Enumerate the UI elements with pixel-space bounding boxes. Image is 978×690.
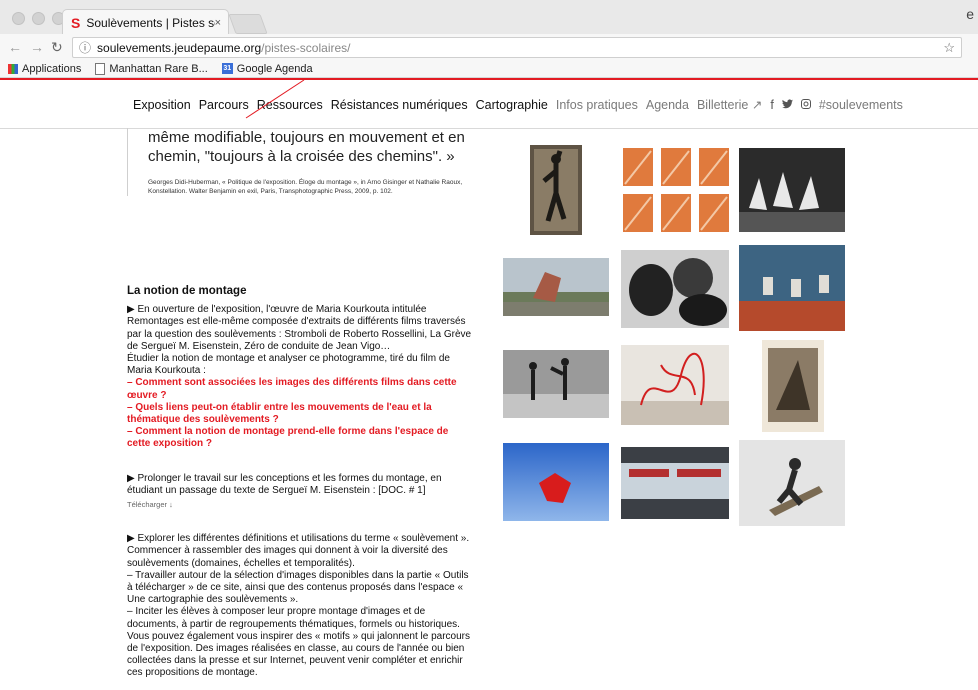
- new-tab-button[interactable]: [228, 14, 268, 34]
- bookmarks-bar: Applications Manhattan Rare B... 31 Goog…: [0, 60, 978, 78]
- browser-tab-bar: S Soulèvements | Pistes scolaire × e: [0, 0, 978, 35]
- gallery-image-hands[interactable]: [621, 250, 729, 328]
- profile-icon[interactable]: e: [966, 6, 974, 22]
- facebook-icon[interactable]: f: [770, 98, 773, 112]
- bookmark-manhattan[interactable]: Manhattan Rare B...: [95, 62, 208, 75]
- paragraph-explorer: ▶ Explorer les différentes définitions e…: [127, 533, 470, 569]
- bookmark-google-agenda[interactable]: 31 Google Agenda: [221, 62, 313, 75]
- instagram-icon[interactable]: [800, 98, 811, 112]
- tab-close-button[interactable]: ×: [215, 17, 221, 29]
- url-host: soulevements.jeudepaume.org: [97, 40, 262, 55]
- gallery-image-red-installation[interactable]: [621, 345, 729, 425]
- gallery-image-orange-pattern[interactable]: [621, 145, 731, 235]
- paragraph-prolonger: ▶ Prolonger le travail sur les conceptio…: [127, 472, 442, 496]
- gallery-image-storefront[interactable]: [621, 447, 729, 519]
- gallery-image-man-crouching[interactable]: [739, 440, 845, 526]
- section-title: La notion de montage: [127, 285, 247, 297]
- bookmark-applications[interactable]: Applications: [8, 63, 81, 75]
- back-arrow-icon[interactable]: ←: [8, 39, 22, 55]
- gallery-image-sheets[interactable]: [739, 148, 845, 232]
- browser-toolbar: ← → ↻ ⓘ soulevements.jeudepaume.org /pis…: [0, 34, 978, 60]
- nav-item-infos[interactable]: Infos pratiques: [556, 98, 638, 112]
- address-bar[interactable]: ⓘ soulevements.jeudepaume.org /pistes-sc…: [72, 37, 962, 58]
- site-navigation: Exposition Parcours Ressources Résistanc…: [0, 80, 978, 129]
- bookmark-label: Google Agenda: [236, 62, 313, 75]
- quote-citation: Georges Didi-Huberman, « Politique de l'…: [148, 179, 463, 195]
- decorative-red-stroke: [245, 80, 305, 119]
- paragraph-study: Étudier la notion de montage et analyser…: [127, 353, 450, 377]
- nav-item-agenda[interactable]: Agenda: [646, 98, 689, 112]
- quote-text: même modifiable, toujours en mouvement e…: [148, 129, 465, 165]
- gallery-image-sculpture-photo[interactable]: [762, 340, 824, 432]
- twitter-icon[interactable]: [781, 98, 793, 112]
- tab-title: Soulèvements | Pistes scolaire: [86, 15, 215, 30]
- question-item: – Comment sont associées les images des …: [127, 377, 457, 401]
- quote-block: même modifiable, toujours en mouvement e…: [127, 128, 488, 196]
- reload-icon[interactable]: ↻: [51, 39, 63, 56]
- nav-item-exposition[interactable]: Exposition: [133, 98, 191, 112]
- paragraph-intro: ▶ En ouverture de l'exposition, l'œuvre …: [127, 304, 472, 352]
- window-controls: [12, 12, 65, 25]
- download-link[interactable]: Télécharger ↓: [127, 499, 472, 511]
- nav-item-cartographie[interactable]: Cartographie: [476, 98, 548, 112]
- question-item: – Comment la notion de montage prend-ell…: [127, 426, 449, 450]
- question-item: – Quels liens peut-on établir entre les …: [127, 401, 432, 426]
- nav-item-resistances[interactable]: Résistances numériques: [331, 98, 468, 112]
- gallery-image-red-fabric-sky[interactable]: [503, 443, 609, 521]
- url-path: /pistes-scolaires/: [261, 40, 351, 55]
- nav-hashtag[interactable]: #soulevements: [819, 98, 903, 112]
- gallery-image-dancer[interactable]: [530, 145, 582, 235]
- apps-grid-icon: [8, 63, 18, 74]
- bookmark-label: Applications: [22, 62, 82, 75]
- forward-arrow-icon[interactable]: →: [30, 39, 44, 55]
- info-icon[interactable]: ⓘ: [79, 39, 91, 56]
- minimize-window-button[interactable]: [32, 12, 45, 25]
- bookmark-star-icon[interactable]: ☆: [943, 40, 955, 56]
- gallery-image-painting[interactable]: [739, 245, 845, 331]
- close-window-button[interactable]: [12, 12, 25, 25]
- bookmark-label: Manhattan Rare B...: [109, 62, 208, 75]
- browser-tab[interactable]: S Soulèvements | Pistes scolaire ×: [62, 9, 229, 35]
- montage-section: La notion de montage ▶ En ouverture de l…: [127, 285, 472, 680]
- gallery-image-street[interactable]: [503, 350, 609, 418]
- page-icon: [95, 62, 106, 75]
- site-favicon-icon: S: [71, 14, 81, 31]
- gallery-image-house[interactable]: [503, 258, 609, 316]
- calendar-icon: 31: [221, 63, 233, 74]
- paragraph-travailler: – Travailler autour de la sélection d'im…: [127, 569, 469, 606]
- nav-item-billetterie[interactable]: Billetterie ↗: [697, 97, 762, 112]
- paragraph-inciter: – Inciter les élèves à composer leur pro…: [127, 606, 470, 679]
